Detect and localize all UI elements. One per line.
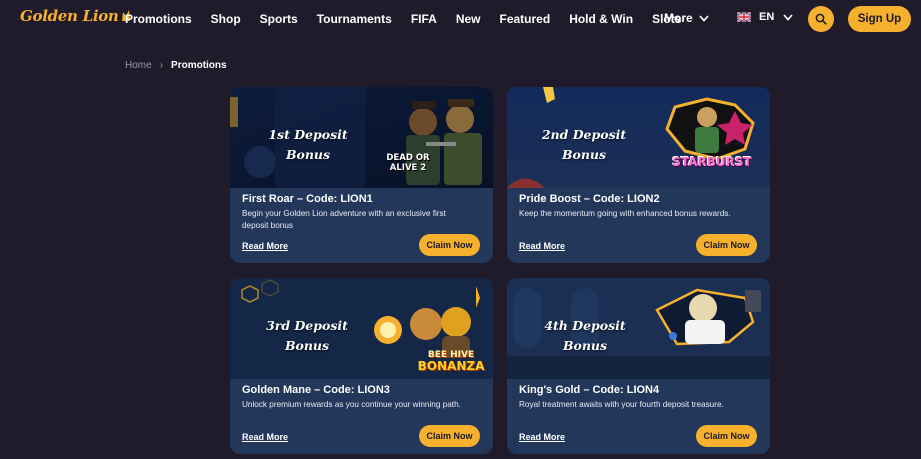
claim-now-button[interactable]: Claim Now [696,234,757,256]
banner-title-2: 2nd Deposit Bonus [526,125,642,165]
nav-new[interactable]: New [456,12,481,26]
read-more-link[interactable]: Read More [242,241,288,251]
nav-fifa[interactable]: FIFA [411,12,437,26]
promo-description: Royal treatment awaits with your fourth … [519,400,724,409]
golden-lion-logo[interactable]: Golden Lion [20,7,132,25]
banner-line-1: 2nd Deposit [541,127,627,142]
logo-text: Golden Lion [20,7,119,25]
chevron-down-icon [699,14,709,22]
uk-flag-icon [737,12,751,22]
language-code: EN [759,11,775,23]
nav-shop[interactable]: Shop [211,12,241,26]
read-more-link[interactable]: Read More [519,432,565,442]
main-nav: Promotions Shop Sports Tournaments FIFA … [125,12,681,26]
top-header: Golden Lion Promotions Shop Sports Tourn… [0,0,921,38]
claim-now-button[interactable]: Claim Now [419,425,480,447]
language-selector[interactable]: EN [737,11,793,23]
promo-banner-4: 4th Deposit Bonus [507,278,770,379]
search-button[interactable] [808,6,834,32]
banner-line-1: 1st Deposit [268,127,348,142]
promo-title: First Roar – Code: LION1 [242,193,373,205]
sign-up-button[interactable]: Sign Up [848,6,911,32]
promo-title: King's Gold – Code: LION4 [519,384,660,396]
promo-description: Keep the momentum going with enhanced bo… [519,209,731,218]
breadcrumb-current: Promotions [171,60,227,71]
game-logo-line-2: ALIVE 2 [389,163,427,173]
promo-description: Begin your Golden Lion adventure with an… [242,209,446,230]
game-logo-dead-or-alive: DEAD OR ALIVE 2 [386,153,430,173]
promo-body-2: Pride Boost – Code: LION2 Keep the momen… [507,188,770,263]
promo-title: Golden Mane – Code: LION3 [242,384,390,396]
promo-banner-1: 1st Deposit Bonus DEAD OR ALIVE 2 [230,87,493,188]
banner-line-2: Bonus [284,338,330,353]
banner-line-2: Bonus [562,338,608,353]
nav-more-dropdown[interactable]: More [664,11,709,25]
claim-now-button[interactable]: Claim Now [419,234,480,256]
promo-banner-3: 3rd Deposit Bonus BEE HIVE BONANZA [230,278,493,379]
promo-body-1: First Roar – Code: LION1 Begin your Gold… [230,188,493,263]
nav-featured[interactable]: Featured [500,12,551,26]
game-logo-starburst: STARBURST [670,155,754,169]
nav-promotions[interactable]: Promotions [125,12,192,26]
promo-title: Pride Boost – Code: LION2 [519,193,660,205]
promo-card-3: 3rd Deposit Bonus BEE HIVE BONANZA Golde… [230,278,493,454]
read-more-link[interactable]: Read More [242,432,288,442]
promo-body-3: Golden Mane – Code: LION3 Unlock premium… [230,379,493,454]
promo-description: Unlock premium rewards as you continue y… [242,400,461,409]
promo-card-1: 1st Deposit Bonus DEAD OR ALIVE 2 First … [230,87,493,263]
game-logo-line-1: DEAD OR [386,153,430,163]
promo-body-4: King's Gold – Code: LION4 Royal treatmen… [507,379,770,454]
game-logo-bee-hive-bonanza: BEE HIVE BONANZA [416,350,486,372]
nav-more-label: More [664,11,693,25]
banner-title-1: 1st Deposit Bonus [250,125,366,165]
banner-line-1: 3rd Deposit [266,318,348,333]
nav-hold-and-win[interactable]: Hold & Win [569,12,633,26]
promo-card-2: 2nd Deposit Bonus STARBURST Pride Boost … [507,87,770,263]
breadcrumb-home[interactable]: Home [125,60,152,71]
banner-line-2: Bonus [561,147,607,162]
banner-title-3: 3rd Deposit Bonus [249,316,365,356]
breadcrumb-separator: › [159,60,164,71]
read-more-link[interactable]: Read More [519,241,565,251]
promo-banner-2: 2nd Deposit Bonus STARBURST [507,87,770,188]
banner-line-1: 4th Deposit [544,318,626,333]
nav-sports[interactable]: Sports [260,12,298,26]
search-icon [815,13,827,25]
breadcrumb: Home › Promotions [125,60,227,71]
banner-title-4: 4th Deposit Bonus [527,316,643,356]
chevron-down-icon [783,13,793,21]
nav-tournaments[interactable]: Tournaments [317,12,392,26]
claim-now-button[interactable]: Claim Now [696,425,757,447]
game-logo-line-2: BONANZA [417,359,485,373]
banner-line-2: Bonus [285,147,331,162]
promo-card-4: 4th Deposit Bonus King's Gold – Code: LI… [507,278,770,454]
game-logo-line-1: STARBURST [672,155,752,169]
